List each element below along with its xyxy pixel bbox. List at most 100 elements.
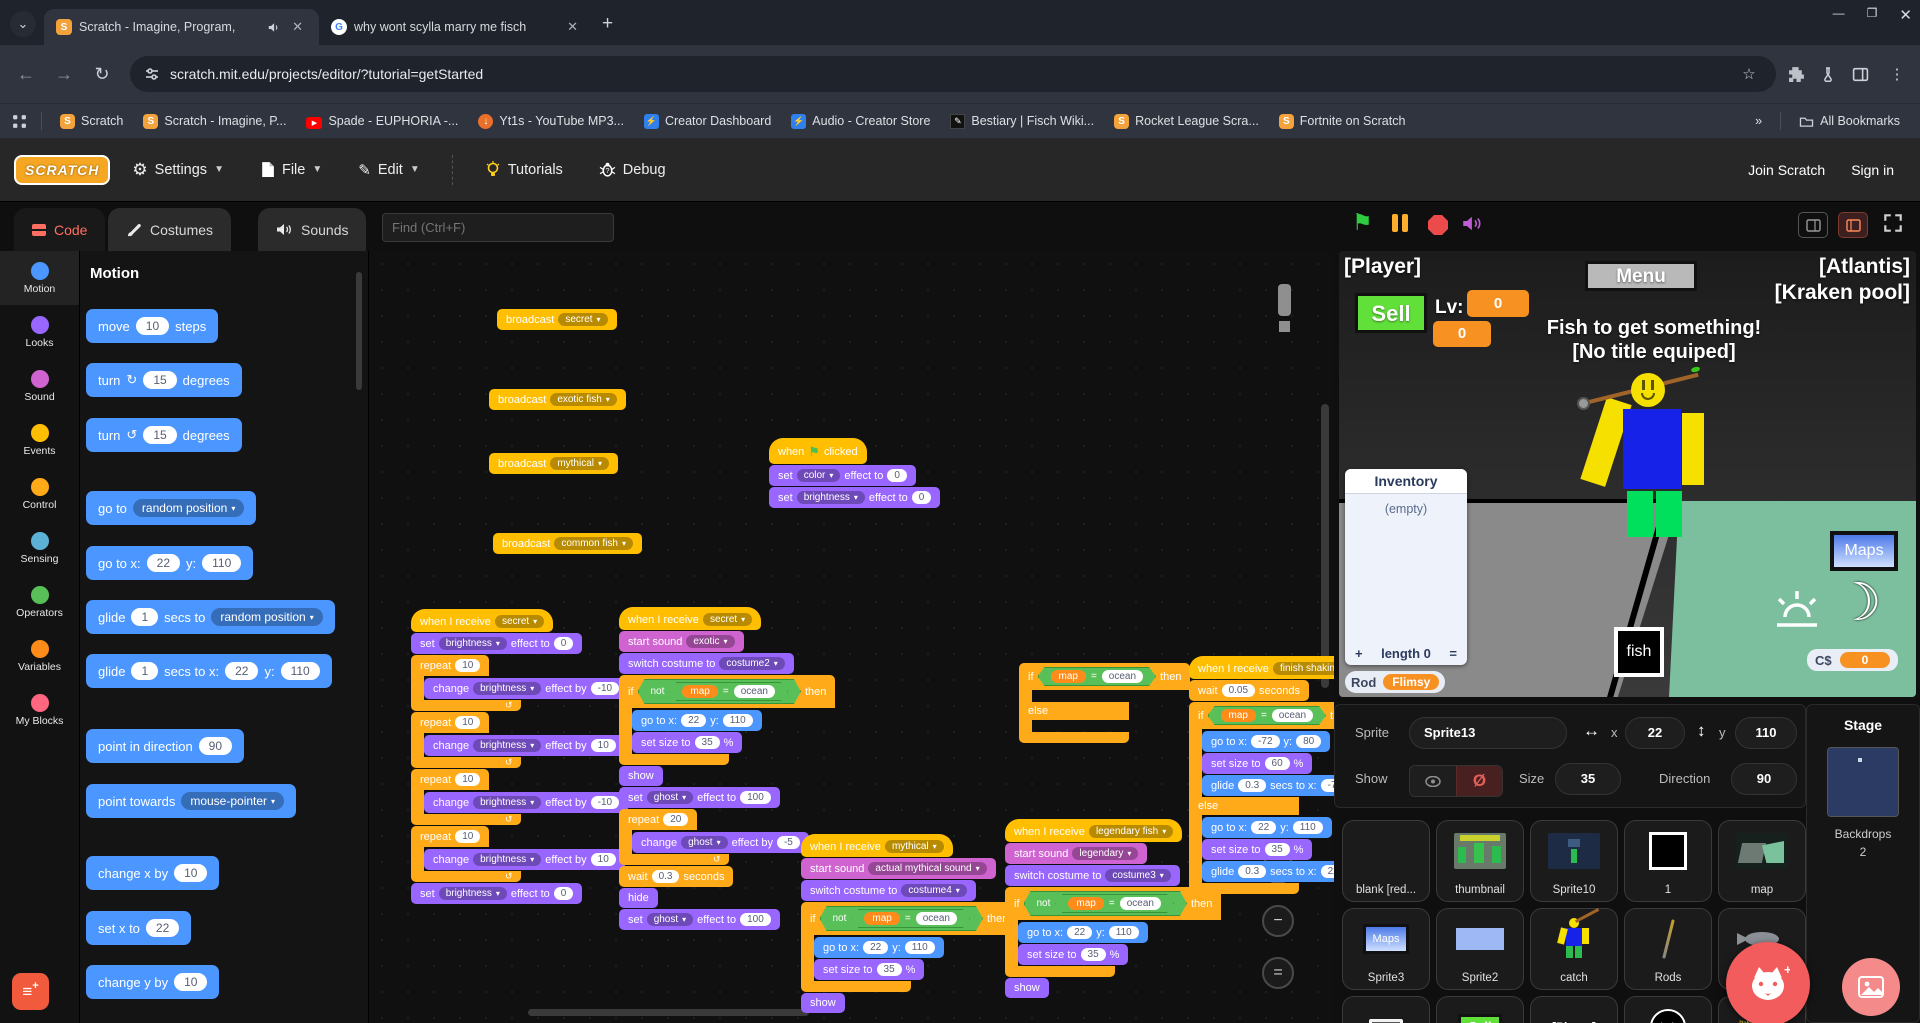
block-input[interactable]: ocean <box>1102 670 1143 683</box>
block-dropdown[interactable]: costume2 <box>719 657 785 670</box>
scratch-block[interactable]: go to x: 22 y: 110 <box>632 710 762 731</box>
sprite-card[interactable]: [Player] <box>1530 996 1618 1023</box>
zoom-reset-button[interactable]: = <box>1262 957 1294 989</box>
scratch-block[interactable]: set size to 60% <box>1202 753 1313 774</box>
block-dropdown[interactable]: secret <box>558 313 608 326</box>
script[interactable]: broadcast common fish <box>493 532 643 554</box>
operator-hex[interactable]: not map = ocean <box>1024 891 1187 916</box>
tab-close-icon[interactable]: ✕ <box>288 17 307 37</box>
scratch-block[interactable]: changeghosteffect by-5 <box>632 832 809 853</box>
scratch-block[interactable]: set size to 35% <box>1202 839 1313 860</box>
palette-scrollbar[interactable] <box>356 272 362 390</box>
block-dropdown[interactable]: mouse-pointer <box>181 792 285 810</box>
scratch-block[interactable]: switch costume to costume2 <box>619 653 794 674</box>
scratch-block[interactable]: show <box>801 993 845 1013</box>
block-input[interactable]: 0.3 <box>1238 865 1267 878</box>
forward-icon[interactable]: → <box>48 64 80 85</box>
scratch-c-block[interactable]: if map = ocean then else <box>1019 662 1191 743</box>
scratch-block[interactable]: broadcast common fish <box>493 533 643 554</box>
block-input[interactable]: 110 <box>1108 926 1139 939</box>
block-dropdown[interactable]: brightness <box>473 739 542 752</box>
block-input[interactable]: 110 <box>280 662 320 680</box>
add-sprite-button[interactable]: + <box>1726 942 1810 1023</box>
block-input[interactable]: 0 <box>553 637 574 650</box>
scratch-block[interactable]: switch costume to costume3 <box>1005 865 1180 886</box>
operator-hex[interactable]: not map = ocean <box>820 906 983 931</box>
game-sell-button[interactable]: Sell <box>1355 293 1427 333</box>
variable-oval[interactable]: map <box>1068 897 1103 910</box>
scratch-block[interactable]: start sound exotic <box>619 631 744 652</box>
side-panel-icon[interactable] <box>1852 66 1878 83</box>
palette-block[interactable]: turn ↻ 15 degrees <box>86 363 242 397</box>
block-header[interactable]: repeat 10 <box>411 769 490 790</box>
block-dropdown[interactable]: brightness <box>438 637 507 650</box>
scratch-c-block[interactable]: repeat10changebrightnesseffect by-10↻ <box>411 654 629 711</box>
scratch-block[interactable]: changebrightnesseffect by-10 <box>424 678 629 699</box>
block-input[interactable]: 1 <box>131 608 159 626</box>
scratch-block[interactable]: wait 0.3 seconds <box>619 866 734 887</box>
scratch-block[interactable]: setbrightnesseffect to0 <box>411 883 583 904</box>
tab-code[interactable]: Code <box>14 208 106 251</box>
sidebar-item-my-blocks[interactable]: My Blocks <box>0 683 79 737</box>
sprite-card[interactable]: 1 <box>1624 820 1712 902</box>
operator-equals[interactable]: map = ocean <box>851 909 970 928</box>
block-header[interactable]: if not map = ocean then <box>801 902 1018 935</box>
block-input[interactable]: -72 <box>1251 735 1280 748</box>
scratch-block[interactable]: set size to 35% <box>632 732 743 753</box>
scratch-block[interactable]: set size to 35% <box>814 959 925 980</box>
scratch-block[interactable]: setghosteffect to100 <box>619 909 780 930</box>
bookmark-item[interactable]: ↓ Yt1s - YouTube MP3... <box>470 109 632 133</box>
inventory-equals[interactable]: = <box>1449 646 1457 661</box>
block-header[interactable]: if not map = ocean then <box>619 675 836 708</box>
variable-oval[interactable]: map <box>1221 709 1256 722</box>
block-dropdown[interactable]: mythical <box>884 840 944 853</box>
variable-oval[interactable]: map <box>1051 670 1086 683</box>
block-input[interactable]: ocean <box>734 685 775 698</box>
scratch-block[interactable]: changebrightnesseffect by10 <box>424 735 625 756</box>
sprite-name-input[interactable]: Sprite13 <box>1409 717 1567 749</box>
sprite-card[interactable] <box>1342 996 1430 1023</box>
scratch-block[interactable]: hide <box>619 888 658 908</box>
x-input[interactable]: 22 <box>1625 717 1685 749</box>
back-icon[interactable]: ← <box>10 64 42 85</box>
block-dropdown[interactable]: secret <box>702 613 753 626</box>
block-input[interactable]: 10 <box>590 853 616 866</box>
moon-icon[interactable]: ☾ <box>1835 573 1882 633</box>
canvas-horizontal-scrollbar[interactable] <box>528 1009 809 1016</box>
block-dropdown[interactable]: random position <box>132 499 245 517</box>
scratch-block[interactable]: setcoloreffect to0 <box>769 465 916 486</box>
bookmark-item[interactable]: S Scratch - Imagine, P... <box>135 109 294 133</box>
block-dropdown[interactable]: brightness <box>438 887 507 900</box>
palette-block[interactable]: point in direction 90 <box>86 729 245 763</box>
backdrop-thumbnail[interactable] <box>1827 747 1899 817</box>
scratch-block[interactable]: setbrightnesseffect to0 <box>769 487 941 508</box>
close-icon[interactable]: ✕ <box>1899 6 1912 24</box>
operator-equals[interactable]: map = ocean <box>669 682 788 701</box>
block-input[interactable]: 10 <box>174 864 208 882</box>
scratch-block[interactable]: show <box>1005 978 1049 998</box>
block-dropdown[interactable]: ghost <box>681 836 728 849</box>
scratch-block[interactable]: changebrightnesseffect by-10 <box>424 792 629 813</box>
stop-button[interactable] <box>1428 215 1448 235</box>
block-input[interactable]: 10 <box>455 659 481 672</box>
script[interactable]: when I receivefinish shakingwait0.05seco… <box>1189 655 1334 894</box>
block-input[interactable]: 15 <box>143 426 177 444</box>
scratch-block[interactable]: set size to 35% <box>1018 944 1129 965</box>
sidebar-item-sensing[interactable]: Sensing <box>0 521 79 575</box>
script[interactable]: when⚑clickedsetcoloreffect to0setbrightn… <box>769 437 941 508</box>
block-input[interactable]: 35 <box>694 736 720 749</box>
scratch-block[interactable]: broadcast mythical <box>489 453 619 474</box>
block-input[interactable]: 10 <box>455 773 481 786</box>
scratch-block[interactable]: when I receive legendary fish <box>1005 819 1183 842</box>
stage-audio-icon[interactable] <box>1462 214 1483 233</box>
block-dropdown[interactable]: exotic <box>686 635 735 648</box>
block-header[interactable]: repeat 10 <box>411 655 490 676</box>
edit-menu[interactable]: ✎ Edit ▼ <box>344 153 433 187</box>
palette-block[interactable]: change x by 10 <box>86 856 220 890</box>
block-dropdown[interactable]: legendary <box>1072 847 1139 860</box>
scratch-block[interactable]: when I receive mythical <box>801 834 953 857</box>
block-dropdown[interactable]: mythical <box>550 457 610 470</box>
block-input[interactable]: 0.05 <box>1221 684 1256 697</box>
sidebar-item-sound[interactable]: Sound <box>0 359 79 413</box>
block-header[interactable]: ifmap=oceanthen <box>1189 702 1334 729</box>
